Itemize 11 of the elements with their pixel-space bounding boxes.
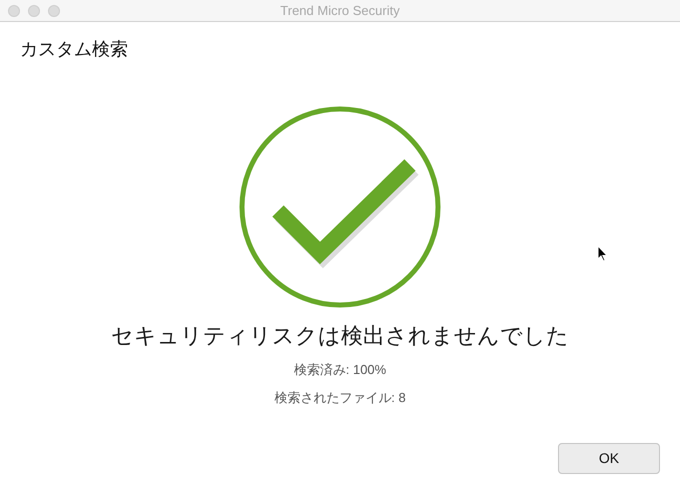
scan-detail: 検索されたファイル: 8 bbox=[274, 388, 406, 406]
ok-button[interactable]: OK bbox=[558, 443, 660, 474]
minimize-button[interactable] bbox=[28, 5, 40, 17]
scan-detail: 検索済み: 100% bbox=[294, 361, 386, 379]
close-button[interactable] bbox=[8, 5, 20, 17]
check-circle-icon bbox=[238, 105, 442, 309]
mouse-pointer-icon bbox=[597, 245, 608, 262]
heading: カスタム検索 bbox=[20, 39, 128, 59]
result-message: セキュリティリスクは検出されませんでした bbox=[111, 322, 569, 350]
window-title: Trend Micro Security bbox=[280, 2, 400, 20]
zoom-button[interactable] bbox=[48, 5, 60, 17]
